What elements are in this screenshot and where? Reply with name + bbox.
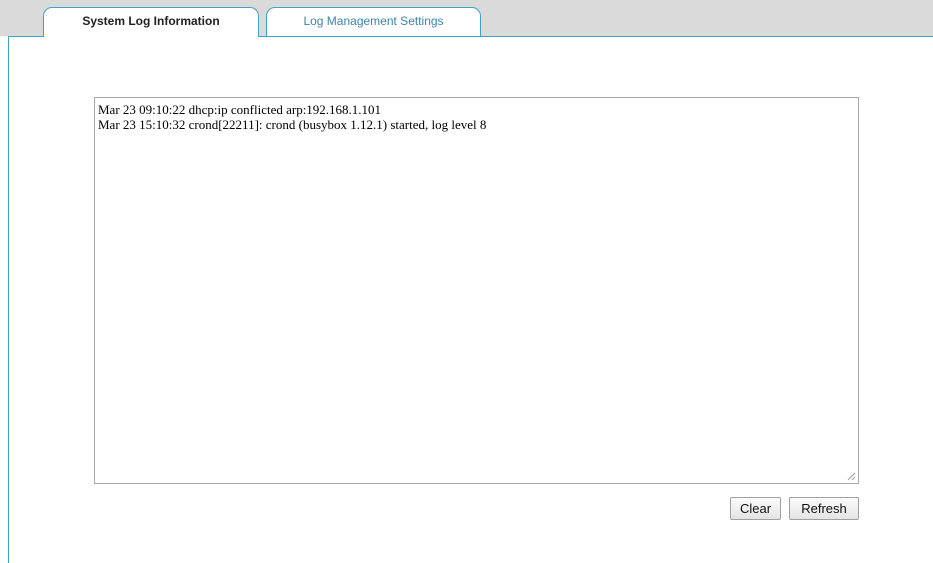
system-log-textarea[interactable]: Mar 23 09:10:22 dhcp:ip conflicted arp:1… xyxy=(94,97,859,484)
log-line: Mar 23 15:10:32 crond[22211]: crond (bus… xyxy=(98,117,487,132)
tab-log-management-settings[interactable]: Log Management Settings xyxy=(266,7,481,36)
refresh-button[interactable]: Refresh xyxy=(789,497,859,520)
clear-button[interactable]: Clear xyxy=(730,497,781,520)
tab-bar: System Log Information Log Management Se… xyxy=(0,0,933,37)
resize-grip-icon[interactable] xyxy=(847,472,856,481)
log-line: Mar 23 09:10:22 dhcp:ip conflicted arp:1… xyxy=(98,102,382,117)
tab-system-log-information[interactable]: System Log Information xyxy=(43,7,259,37)
log-page: System Log Information Log Management Se… xyxy=(0,0,933,563)
